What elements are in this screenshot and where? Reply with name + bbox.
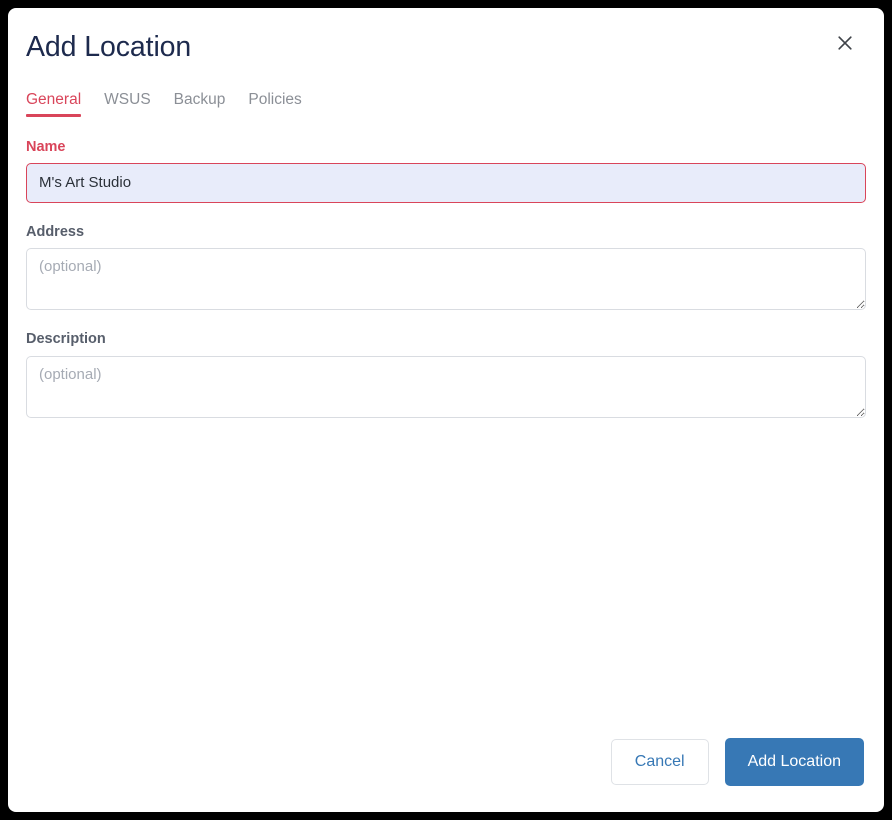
address-label: Address bbox=[26, 223, 85, 240]
name-input[interactable] bbox=[26, 162, 866, 203]
page-title: Add Location bbox=[26, 31, 192, 63]
tab-general[interactable]: General bbox=[26, 90, 82, 117]
field-description: Description bbox=[26, 331, 866, 418]
add-location-button[interactable]: Add Location bbox=[724, 738, 864, 786]
dialog-header: Add Location bbox=[8, 8, 884, 64]
field-name: Name bbox=[26, 139, 866, 203]
description-label: Description bbox=[26, 331, 106, 348]
dialog-tabs: General WSUS Backup Policies bbox=[8, 90, 884, 117]
tab-policies[interactable]: Policies bbox=[248, 90, 301, 116]
tab-backup[interactable]: Backup bbox=[174, 90, 226, 116]
dialog-footer: Cancel Add Location bbox=[8, 738, 884, 812]
field-address: Address bbox=[26, 223, 866, 311]
description-textarea[interactable] bbox=[26, 355, 866, 418]
name-label: Name bbox=[26, 138, 66, 155]
dialog-body: Name Address Description bbox=[8, 117, 884, 738]
address-textarea[interactable] bbox=[26, 248, 866, 311]
tab-wsus[interactable]: WSUS bbox=[104, 90, 151, 116]
close-icon[interactable] bbox=[832, 30, 858, 56]
close-icon-glyph bbox=[838, 36, 852, 50]
dialog-outer-frame: Add Location General WSUS Backup Policie… bbox=[0, 0, 892, 820]
add-location-dialog: Add Location General WSUS Backup Policie… bbox=[8, 8, 884, 812]
cancel-button[interactable]: Cancel bbox=[610, 739, 709, 785]
